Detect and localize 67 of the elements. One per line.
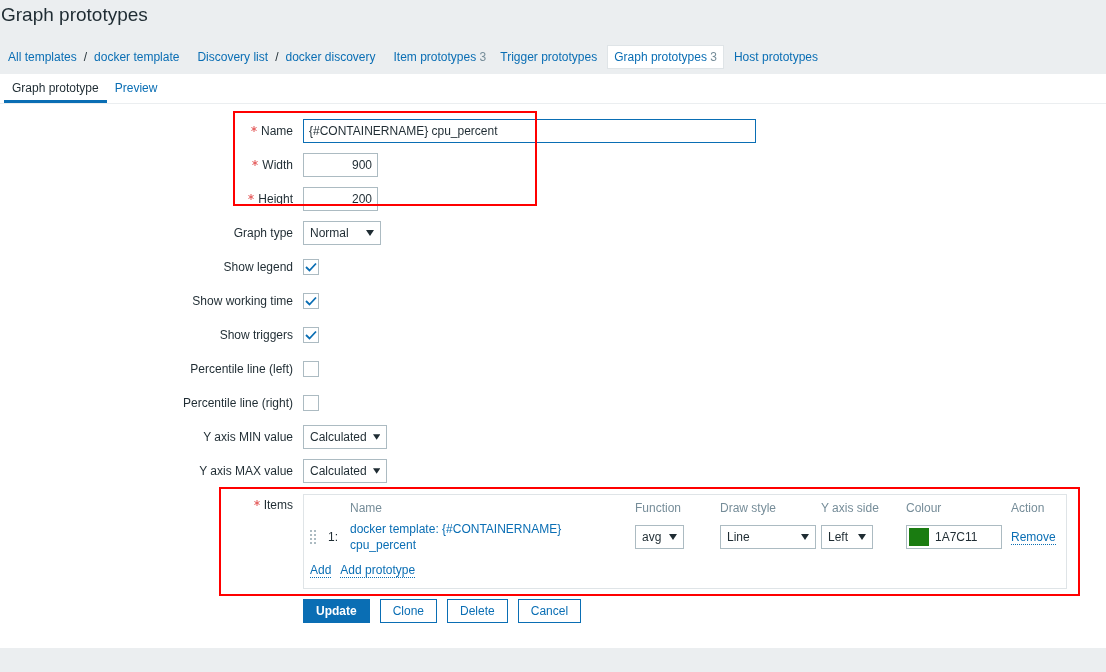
add-link[interactable]: Add xyxy=(310,563,332,578)
form-button[interactable]: Cancel xyxy=(517,599,582,623)
column-header: Y axis side xyxy=(821,500,880,517)
number-input[interactable]: 900 xyxy=(303,153,378,177)
drag-handle-icon[interactable] xyxy=(310,529,316,545)
field-label: Y axis MIN value xyxy=(202,430,293,444)
field-label: Show legend xyxy=(222,260,293,274)
checkbox[interactable] xyxy=(303,361,319,377)
field-label: Items xyxy=(0,494,293,512)
field-label: Show triggers xyxy=(218,328,293,342)
form-button[interactable]: Clone xyxy=(379,599,438,623)
field-label: Show working time xyxy=(191,294,293,308)
caret-icon xyxy=(372,434,380,440)
remove-link[interactable]: Remove xyxy=(1011,529,1056,545)
column-header: Colour xyxy=(906,500,943,517)
page-title: Graph prototypes xyxy=(0,3,149,27)
required-asterisk-icon xyxy=(248,193,255,200)
field-label: Width xyxy=(0,158,293,172)
column-header: Draw style xyxy=(720,500,777,517)
item-link[interactable]: docker template: {#CONTAINERNAME} cpu_percent xyxy=(350,521,570,553)
nav-tab[interactable]: Trigger prototypes xyxy=(496,45,602,69)
colour-input[interactable]: 1A7C11 xyxy=(906,525,1002,549)
add-link[interactable]: Add prototype xyxy=(340,563,416,578)
checkbox[interactable] xyxy=(303,259,319,275)
name-input[interactable]: {#CONTAINERNAME} cpu_percent xyxy=(303,119,756,143)
row-index: 1: xyxy=(328,530,338,544)
select-dropdown[interactable]: Calculated xyxy=(303,425,387,449)
nav-tab[interactable]: Item prototypes 3 xyxy=(389,45,491,69)
checkbox[interactable] xyxy=(303,395,319,411)
caret-icon xyxy=(858,534,866,540)
breadcrumb-separator: / xyxy=(274,50,280,64)
column-header: Action xyxy=(1011,500,1046,517)
function-select[interactable]: avg xyxy=(635,525,684,549)
field-label: Percentile line (right) xyxy=(181,396,293,410)
field-label: Graph type xyxy=(232,226,293,240)
caret-icon xyxy=(669,534,677,540)
breadcrumb-separator: / xyxy=(82,50,89,64)
number-input[interactable]: 200 xyxy=(303,187,378,211)
form-button[interactable]: Update xyxy=(303,599,370,623)
checkbox[interactable] xyxy=(303,293,319,309)
required-asterisk-icon xyxy=(253,499,260,506)
required-asterisk-icon xyxy=(251,125,257,132)
breadcrumb-link[interactable]: docker template xyxy=(90,45,184,69)
column-header: Function xyxy=(635,500,683,517)
breadcrumb-link[interactable]: All templates xyxy=(4,45,81,69)
breadcrumb-link[interactable]: docker discovery xyxy=(281,45,380,69)
form-tab[interactable]: Preview xyxy=(106,74,166,103)
select-dropdown[interactable]: Normal xyxy=(303,221,381,245)
y-axis-side-select[interactable]: Left xyxy=(821,525,873,549)
required-asterisk-icon xyxy=(252,159,259,166)
select-dropdown[interactable]: Calculated xyxy=(303,459,387,483)
form-tab[interactable]: Graph prototype xyxy=(4,74,107,103)
field-label: Height xyxy=(0,192,293,206)
caret-icon xyxy=(801,534,809,540)
column-header: Name xyxy=(350,500,383,517)
breadcrumb-link[interactable]: Discovery list xyxy=(193,45,273,69)
draw-style-select[interactable]: Line xyxy=(720,525,816,549)
field-label: Y axis MAX value xyxy=(198,464,293,478)
caret-icon xyxy=(366,230,374,236)
nav-tab[interactable]: Host prototypes xyxy=(729,45,822,69)
form-button[interactable]: Delete xyxy=(447,599,508,623)
checkbox[interactable] xyxy=(303,327,319,343)
caret-icon xyxy=(372,468,380,474)
field-label: Name xyxy=(0,124,293,138)
nav-tab[interactable]: Graph prototypes 3 xyxy=(607,45,724,69)
field-label: Percentile line (left) xyxy=(189,362,293,376)
colour-swatch[interactable] xyxy=(909,528,929,546)
